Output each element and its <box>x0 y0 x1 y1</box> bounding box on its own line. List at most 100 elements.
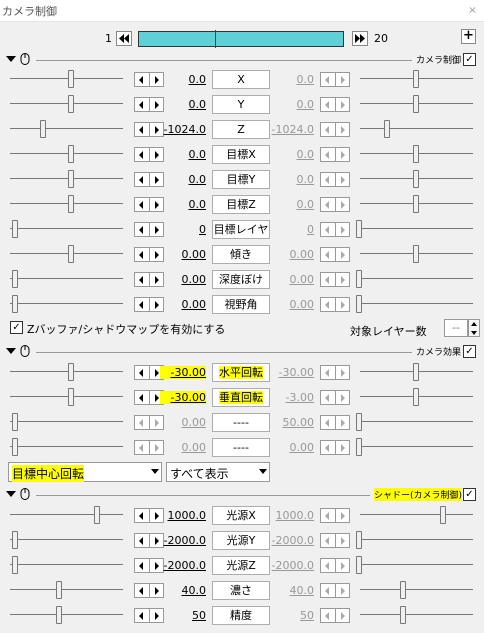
decrement-icon[interactable] <box>325 251 329 259</box>
decrement-icon[interactable] <box>139 512 143 520</box>
slider-thumb[interactable] <box>68 195 74 213</box>
start-value[interactable]: 0.0 <box>160 98 207 111</box>
start-value-slider[interactable] <box>10 578 123 603</box>
param-name-button[interactable]: ---- <box>212 438 270 457</box>
start-value-slider[interactable] <box>10 553 123 578</box>
collapse-icon[interactable] <box>6 491 16 497</box>
increment-icon[interactable] <box>155 76 159 84</box>
end-value-stepper[interactable] <box>320 440 350 455</box>
start-value[interactable]: 0.0 <box>160 73 207 86</box>
decrement-icon[interactable] <box>325 537 329 545</box>
slider-thumb[interactable] <box>94 506 100 524</box>
param-name-button[interactable]: 目標Y <box>212 170 270 189</box>
skip-end-button[interactable] <box>352 31 368 46</box>
collapse-icon[interactable] <box>6 56 16 62</box>
spin-up-icon[interactable] <box>471 322 477 326</box>
start-value-slider[interactable] <box>10 503 123 528</box>
end-value[interactable]: -3.00 <box>268 391 314 404</box>
end-value-slider[interactable] <box>360 167 473 192</box>
decrement-icon[interactable] <box>325 151 329 159</box>
decrement-icon[interactable] <box>139 151 143 159</box>
slider-thumb[interactable] <box>40 120 46 138</box>
decrement-icon[interactable] <box>139 76 143 84</box>
start-value[interactable]: -30.00 <box>160 366 206 379</box>
slider-thumb[interactable] <box>413 245 419 263</box>
end-value-slider[interactable] <box>360 117 473 142</box>
start-value[interactable]: 0.0 <box>160 173 207 186</box>
end-value-stepper[interactable] <box>320 583 350 598</box>
increment-icon[interactable] <box>341 226 345 234</box>
param-name-button[interactable]: Y <box>212 95 270 114</box>
increment-icon[interactable] <box>155 562 159 570</box>
increment-icon[interactable] <box>341 101 345 109</box>
start-value[interactable]: 0.0 <box>160 148 207 161</box>
start-value[interactable]: 0.00 <box>160 248 207 261</box>
slider-thumb[interactable] <box>413 170 419 188</box>
decrement-icon[interactable] <box>325 301 329 309</box>
end-value-stepper[interactable] <box>320 222 350 237</box>
end-value-slider[interactable] <box>360 192 473 217</box>
start-value[interactable]: 0 <box>160 223 206 236</box>
end-value-slider[interactable] <box>356 292 473 317</box>
increment-icon[interactable] <box>341 201 345 209</box>
end-value-stepper[interactable] <box>320 533 350 548</box>
start-value[interactable]: 40.0 <box>160 584 207 597</box>
increment-icon[interactable] <box>341 612 345 620</box>
start-value-slider[interactable] <box>10 242 123 267</box>
increment-icon[interactable] <box>341 537 345 545</box>
increment-icon[interactable] <box>341 394 345 402</box>
start-value-slider[interactable] <box>10 217 123 242</box>
param-name-button[interactable]: 目標Z <box>212 195 270 214</box>
increment-icon[interactable] <box>341 126 345 134</box>
timeline-slider[interactable] <box>138 30 344 48</box>
close-button[interactable]: × <box>465 3 480 18</box>
end-value[interactable]: 1000.0 <box>268 509 315 522</box>
increment-icon[interactable] <box>155 612 159 620</box>
param-name-button[interactable]: 目標X <box>212 145 270 164</box>
start-value[interactable]: 0.0 <box>160 198 207 211</box>
slider-thumb[interactable] <box>12 438 18 456</box>
decrement-icon[interactable] <box>325 587 329 595</box>
decrement-icon[interactable] <box>325 444 329 452</box>
spin-down-icon[interactable] <box>471 331 477 335</box>
start-value[interactable]: -2000.0 <box>160 559 206 572</box>
slider-thumb[interactable] <box>68 145 74 163</box>
end-value-slider[interactable] <box>360 503 473 528</box>
slider-thumb[interactable] <box>356 556 362 574</box>
param-name-button[interactable]: 水平回転 <box>212 363 270 382</box>
increment-icon[interactable] <box>341 301 345 309</box>
increment-icon[interactable] <box>155 587 159 595</box>
decrement-icon[interactable] <box>139 301 143 309</box>
end-value-slider[interactable] <box>356 267 473 292</box>
param-name-button[interactable]: ---- <box>212 413 270 432</box>
increment-icon[interactable] <box>341 176 345 184</box>
end-value[interactable]: -30.00 <box>268 366 314 379</box>
end-value[interactable]: 0 <box>268 223 314 236</box>
param-name-button[interactable]: Z <box>212 120 270 139</box>
end-value-slider[interactable] <box>356 410 473 435</box>
end-value-stepper[interactable] <box>320 247 350 262</box>
end-value-slider[interactable] <box>360 242 473 267</box>
slider-thumb[interactable] <box>68 95 74 113</box>
decrement-icon[interactable] <box>139 226 143 234</box>
slider-thumb[interactable] <box>413 95 419 113</box>
start-value[interactable]: -30.00 <box>160 391 206 404</box>
decrement-icon[interactable] <box>139 251 143 259</box>
decrement-icon[interactable] <box>325 276 329 284</box>
increment-icon[interactable] <box>155 251 159 259</box>
end-value-stepper[interactable] <box>320 122 350 137</box>
slider-thumb[interactable] <box>68 388 74 406</box>
increment-icon[interactable] <box>155 126 159 134</box>
decrement-icon[interactable] <box>325 512 329 520</box>
shadow-section-checkbox[interactable]: ✓ <box>463 488 476 501</box>
decrement-icon[interactable] <box>139 562 143 570</box>
increment-icon[interactable] <box>155 276 159 284</box>
camera-section-checkbox[interactable]: ✓ <box>463 53 476 66</box>
collapse-icon[interactable] <box>6 348 16 354</box>
param-name-button[interactable]: X <box>212 70 270 89</box>
param-name-button[interactable]: 光源Y <box>212 531 270 550</box>
end-value[interactable]: 50.00 <box>268 416 315 429</box>
end-value-slider[interactable] <box>360 578 473 603</box>
increment-icon[interactable] <box>155 369 159 377</box>
rotation-mode-select[interactable]: 目標中心回転 <box>8 462 162 482</box>
